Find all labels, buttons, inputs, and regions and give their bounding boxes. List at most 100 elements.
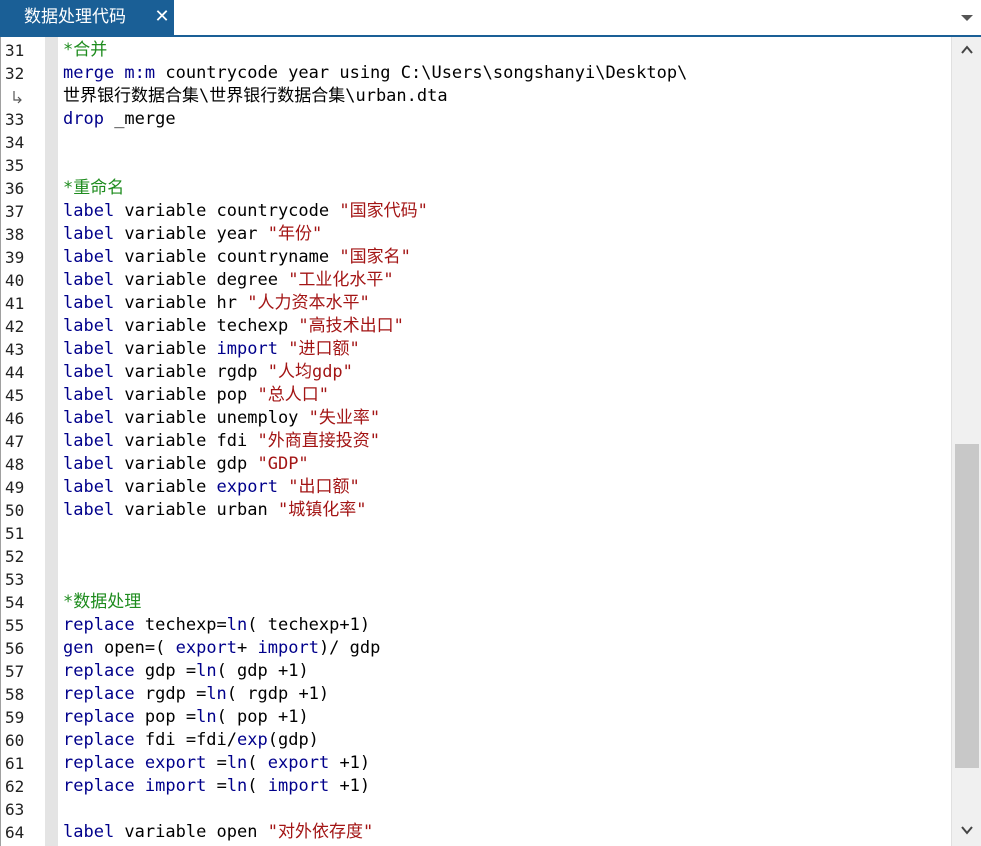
code-line[interactable]: 50 label variable urban "城镇化率"	[1, 499, 951, 522]
line-number: 63	[5, 800, 25, 819]
line-number: 43	[5, 340, 25, 359]
string-token: "总人口"	[257, 385, 329, 405]
code-text: drop _merge	[63, 108, 176, 131]
code-line[interactable]: 33 drop _merge	[1, 108, 951, 131]
code-line[interactable]: 48 label variable gdp "GDP"	[1, 453, 951, 476]
code-line[interactable]: 62 replace import =ln( import +1)	[1, 775, 951, 798]
string-token: "年份"	[267, 224, 323, 244]
code-token: _merge	[103, 109, 176, 129]
code-text: merge m:m countrycode year using C:\User…	[63, 62, 687, 85]
code-line[interactable]: 58 replace rgdp =ln( rgdp +1)	[1, 683, 951, 706]
keyword-token: replace	[63, 730, 135, 750]
line-number: 56	[5, 639, 25, 658]
code-line[interactable]: 39 label variable countryname "国家名"	[1, 246, 951, 269]
chevron-up-icon[interactable]	[959, 43, 975, 57]
code-line[interactable]: 36 *重命名	[1, 177, 951, 200]
code-token: pop =	[134, 707, 197, 727]
code-line[interactable]: 44 label variable rgdp "人均gdp"	[1, 361, 951, 384]
code-token: variable degree	[114, 270, 289, 290]
code-line[interactable]: 52	[1, 545, 951, 568]
string-token: "人均gdp"	[267, 362, 353, 382]
code-text: 世界银行数据合集\世界银行数据合集\urban.dta	[63, 85, 448, 108]
code-line[interactable]: 37 label variable countrycode "国家代码"	[1, 200, 951, 223]
code-line[interactable]: 43 label variable import "进口额"	[1, 338, 951, 361]
keyword-token: ln	[226, 776, 248, 796]
code-line[interactable]: 35	[1, 154, 951, 177]
keyword-token: label	[63, 454, 115, 474]
code-token: ( pop +1)	[216, 707, 309, 727]
chevron-down-icon[interactable]	[958, 10, 976, 26]
code-line[interactable]: 31 *合并	[1, 39, 951, 62]
code-line[interactable]: 49 label variable export "出口额"	[1, 476, 951, 499]
code-area[interactable]: 31 *合并 32 merge m:m countrycode year using …	[1, 37, 951, 846]
code-line[interactable]: 42 label variable techexp "高技术出口"	[1, 315, 951, 338]
code-token: +1)	[329, 776, 371, 796]
code-line[interactable]: 63	[1, 798, 951, 821]
code-editor[interactable]: 31 *合并 32 merge m:m countrycode year using …	[0, 37, 981, 846]
code-line[interactable]: 41 label variable hr "人力资本水平"	[1, 292, 951, 315]
keyword-token: exp	[237, 730, 268, 750]
code-token: rgdp =	[134, 684, 207, 704]
code-text: *数据处理	[63, 591, 141, 614]
code-line[interactable]: 51	[1, 522, 951, 545]
keyword-token: label	[63, 224, 115, 244]
keyword-token: label	[63, 201, 115, 221]
tab-data-processing-code[interactable]: 数据处理代码 ✕	[0, 0, 174, 35]
code-line[interactable]: 56 gen open=( export+ import)/ gdp	[1, 637, 951, 660]
code-token: fdi =fdi/	[134, 730, 238, 750]
code-token: variable techexp	[114, 316, 299, 336]
code-line[interactable]: 53	[1, 568, 951, 591]
code-text: label variable pop "总人口"	[63, 384, 329, 407]
line-number: 37	[5, 202, 25, 221]
code-line[interactable]: 55 replace techexp=ln( techexp+1)	[1, 614, 951, 637]
keyword-token: label	[63, 431, 115, 451]
code-text: *重命名	[63, 177, 124, 200]
code-token: =	[206, 753, 227, 773]
line-number: 55	[5, 616, 25, 635]
keyword-token: gen	[63, 638, 94, 658]
code-line[interactable]: 40 label variable degree "工业化水平"	[1, 269, 951, 292]
code-line[interactable]: 64 label variable open "对外依存度"	[1, 821, 951, 844]
keyword-token: export	[216, 477, 278, 497]
code-line[interactable]: 57 replace gdp =ln( gdp +1)	[1, 660, 951, 683]
code-line[interactable]: 59 replace pop =ln( pop +1)	[1, 706, 951, 729]
string-token: "高技术出口"	[298, 316, 404, 336]
close-icon[interactable]: ✕	[152, 6, 172, 28]
line-number: 51	[5, 524, 25, 543]
line-number: 34	[5, 133, 25, 152]
code-text: label variable degree "工业化水平"	[63, 269, 394, 292]
code-line[interactable]: 45 label variable pop "总人口"	[1, 384, 951, 407]
code-line[interactable]: 61 replace export =ln( export +1)	[1, 752, 951, 775]
line-number: 42	[5, 317, 25, 336]
code-token: +1)	[329, 753, 371, 773]
keyword-token: import	[267, 776, 330, 796]
string-token: "人力资本水平"	[247, 293, 370, 313]
keyword-token: label	[63, 500, 115, 520]
keyword-token: ln	[226, 753, 248, 773]
code-line[interactable]: 世界银行数据合集\世界银行数据合集\urban.dta	[1, 85, 951, 108]
code-text: label variable fdi "外商直接投资"	[63, 430, 380, 453]
code-text: label variable techexp "高技术出口"	[63, 315, 404, 338]
code-token: variable	[114, 339, 217, 359]
code-token: (	[247, 753, 268, 773]
chevron-down-icon[interactable]	[959, 823, 975, 837]
tab-bar: 数据处理代码 ✕	[0, 0, 981, 37]
line-number: 50	[5, 501, 25, 520]
code-line[interactable]: 38 label variable year "年份"	[1, 223, 951, 246]
code-line[interactable]: 32 merge m:m countrycode year using C:\Us…	[1, 62, 951, 85]
scrollbar-thumb[interactable]	[955, 444, 979, 768]
vertical-scrollbar[interactable]	[951, 37, 981, 846]
string-token: "进口额"	[288, 339, 360, 359]
code-line[interactable]: 60 replace fdi =fdi/exp(gdp)	[1, 729, 951, 752]
code-line[interactable]: 34	[1, 131, 951, 154]
code-line[interactable]: 46 label variable unemploy "失业率"	[1, 407, 951, 430]
code-text: label variable countrycode "国家代码"	[63, 200, 428, 223]
string-token: "失业率"	[308, 408, 381, 428]
code-line[interactable]: 47 label variable fdi "外商直接投资"	[1, 430, 951, 453]
code-text: label variable year "年份"	[63, 223, 322, 246]
code-token: open=(	[93, 638, 176, 658]
code-text: replace pop =ln( pop +1)	[63, 706, 309, 729]
keyword-token: import	[257, 638, 319, 658]
code-line[interactable]: 54 *数据处理	[1, 591, 951, 614]
line-number: 33	[5, 110, 25, 129]
